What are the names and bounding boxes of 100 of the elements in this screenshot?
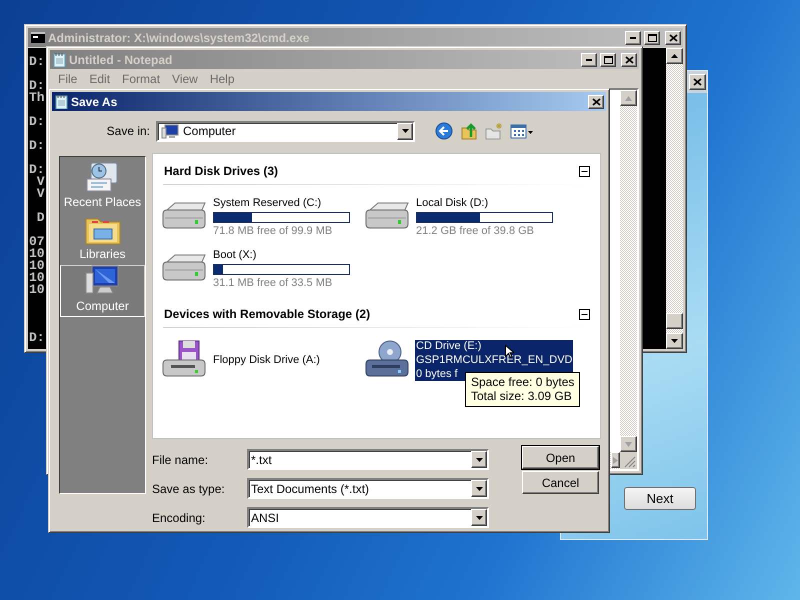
dialog-button[interactable]: Open [522, 446, 599, 469]
up-arrow-icon [671, 54, 678, 58]
places-item[interactable]: Recent Places [60, 161, 145, 213]
console-line: 10 [29, 248, 45, 260]
drive-name: Local Disk (D:) [416, 196, 488, 210]
maximize-icon [648, 34, 656, 42]
dialog-title: Save As [71, 94, 118, 108]
notepad-icon [55, 94, 68, 109]
collapse-button[interactable] [579, 308, 590, 320]
console-line: 10 [29, 284, 45, 296]
tooltip-text: Total size: 3.09 GB [471, 389, 573, 403]
minus-icon [579, 166, 590, 176]
console-line: 10 [29, 272, 45, 284]
drive-item[interactable]: Boot (X:) 31.1 MB free of 33.5 MB [161, 247, 364, 291]
menu-item[interactable]: View [166, 72, 204, 86]
places-item[interactable]: Computer [60, 265, 145, 317]
minimize-icon [586, 58, 592, 60]
free-space-text: 21.2 GB free of 39.8 GB [416, 224, 534, 238]
folder-up-icon [460, 122, 478, 140]
computer-icon [161, 124, 179, 138]
drive-name: Boot (X:) [213, 248, 256, 262]
close-button[interactable] [588, 94, 604, 108]
menu-item[interactable]: Edit [83, 72, 116, 86]
drive-item[interactable]: System Reserved (C:) 71.8 MB free of 99.9 MB [161, 195, 364, 239]
close-button[interactable] [621, 52, 637, 66]
close-button[interactable] [689, 74, 706, 90]
dialog-button[interactable]: Cancel [522, 471, 599, 494]
console-line: D: [29, 80, 45, 92]
caret-icon [476, 458, 482, 462]
free-space-text: 0 bytes f [416, 368, 458, 380]
down-arrow-icon [625, 440, 632, 448]
volume-label: GSP1RMCULXFRER_EN_DVD [416, 354, 572, 366]
console-line: Th [29, 92, 45, 104]
caret-icon [476, 486, 482, 490]
drive-name: System Reserved (C:) [213, 196, 322, 210]
console-line: 07 [29, 236, 45, 248]
field-label: Encoding: [152, 510, 206, 524]
dropdown-button[interactable] [397, 122, 413, 140]
caret-icon [476, 516, 482, 520]
console-line: D: [29, 140, 45, 152]
close-icon [592, 98, 600, 106]
dropdown-button[interactable] [471, 480, 487, 497]
new-folder-icon [485, 122, 503, 140]
menu-item[interactable]: Help [204, 72, 241, 86]
window-title: Untitled - Notepad [69, 52, 174, 66]
free-space-text: 71.8 MB free of 99.9 MB [213, 224, 332, 238]
console-icon [31, 32, 45, 43]
maximize-icon [604, 56, 612, 64]
minimize-button[interactable] [581, 52, 597, 66]
scroll-up-button[interactable] [620, 90, 637, 106]
drive-item[interactable]: Local Disk (D:) 21.2 GB free of 39.8 GB [364, 195, 574, 239]
close-icon [693, 78, 702, 86]
file-name-field[interactable]: *.txt [247, 449, 489, 470]
encoding-dropdown[interactable]: ANSI [247, 507, 489, 528]
menu-item[interactable]: Format [116, 72, 166, 86]
notepad-icon [53, 52, 66, 67]
field-label: Save as type: [152, 482, 226, 496]
scroll-right-button[interactable] [611, 452, 620, 468]
field-label: File name: [152, 452, 210, 466]
free-space-text: 31.1 MB free of 33.5 MB [213, 276, 332, 290]
dropdown-button[interactable] [471, 451, 487, 468]
minus-icon [579, 308, 590, 320]
next-button[interactable]: Next [624, 487, 696, 510]
views-icon [510, 122, 534, 140]
console-line: V [36, 176, 45, 188]
console-line: D [36, 212, 45, 224]
group-header: Devices with Removable Storage (2) [164, 307, 372, 321]
console-line: 10 [29, 260, 45, 272]
right-arrow-icon [612, 456, 619, 464]
collapse-button[interactable] [579, 166, 590, 176]
console-line: D: [29, 116, 45, 128]
group-header: Hard Disk Drives (3) [164, 164, 280, 178]
save-in-label: Save in: [106, 124, 150, 138]
minimize-icon [630, 36, 636, 38]
close-icon [624, 56, 634, 64]
drive-name: Floppy Disk Drive (A:) [213, 354, 320, 366]
console-line: D: [29, 332, 45, 344]
down-arrow-icon [671, 339, 678, 343]
drive-name: CD Drive (E:) [416, 340, 482, 352]
console-line: D: [29, 164, 45, 176]
minimize-button[interactable] [625, 30, 641, 44]
close-icon [668, 34, 678, 42]
scrollbar-thumb[interactable] [666, 313, 683, 329]
scroll-down-button[interactable] [666, 333, 683, 349]
save-in-dropdown[interactable]: Computer [156, 120, 415, 142]
console-line: V [36, 188, 45, 200]
scroll-up-button[interactable] [666, 48, 683, 64]
dropdown-button[interactable] [471, 509, 487, 526]
drive-item[interactable]: Floppy Disk Drive (A:) [161, 338, 364, 382]
caret-icon [402, 129, 408, 133]
window-title: Administrator: X:\windows\system32\cmd.exe [48, 30, 310, 44]
up-arrow-icon [625, 94, 632, 102]
scroll-down-button[interactable] [620, 436, 637, 452]
console-line: D: [29, 56, 45, 68]
places-item[interactable]: Libraries [60, 213, 145, 265]
maximize-button[interactable] [644, 30, 660, 44]
menu-item[interactable]: File [52, 72, 84, 86]
maximize-button[interactable] [600, 52, 616, 66]
file-type-dropdown[interactable]: Text Documents (*.txt) [247, 478, 489, 499]
close-button[interactable] [665, 30, 681, 44]
